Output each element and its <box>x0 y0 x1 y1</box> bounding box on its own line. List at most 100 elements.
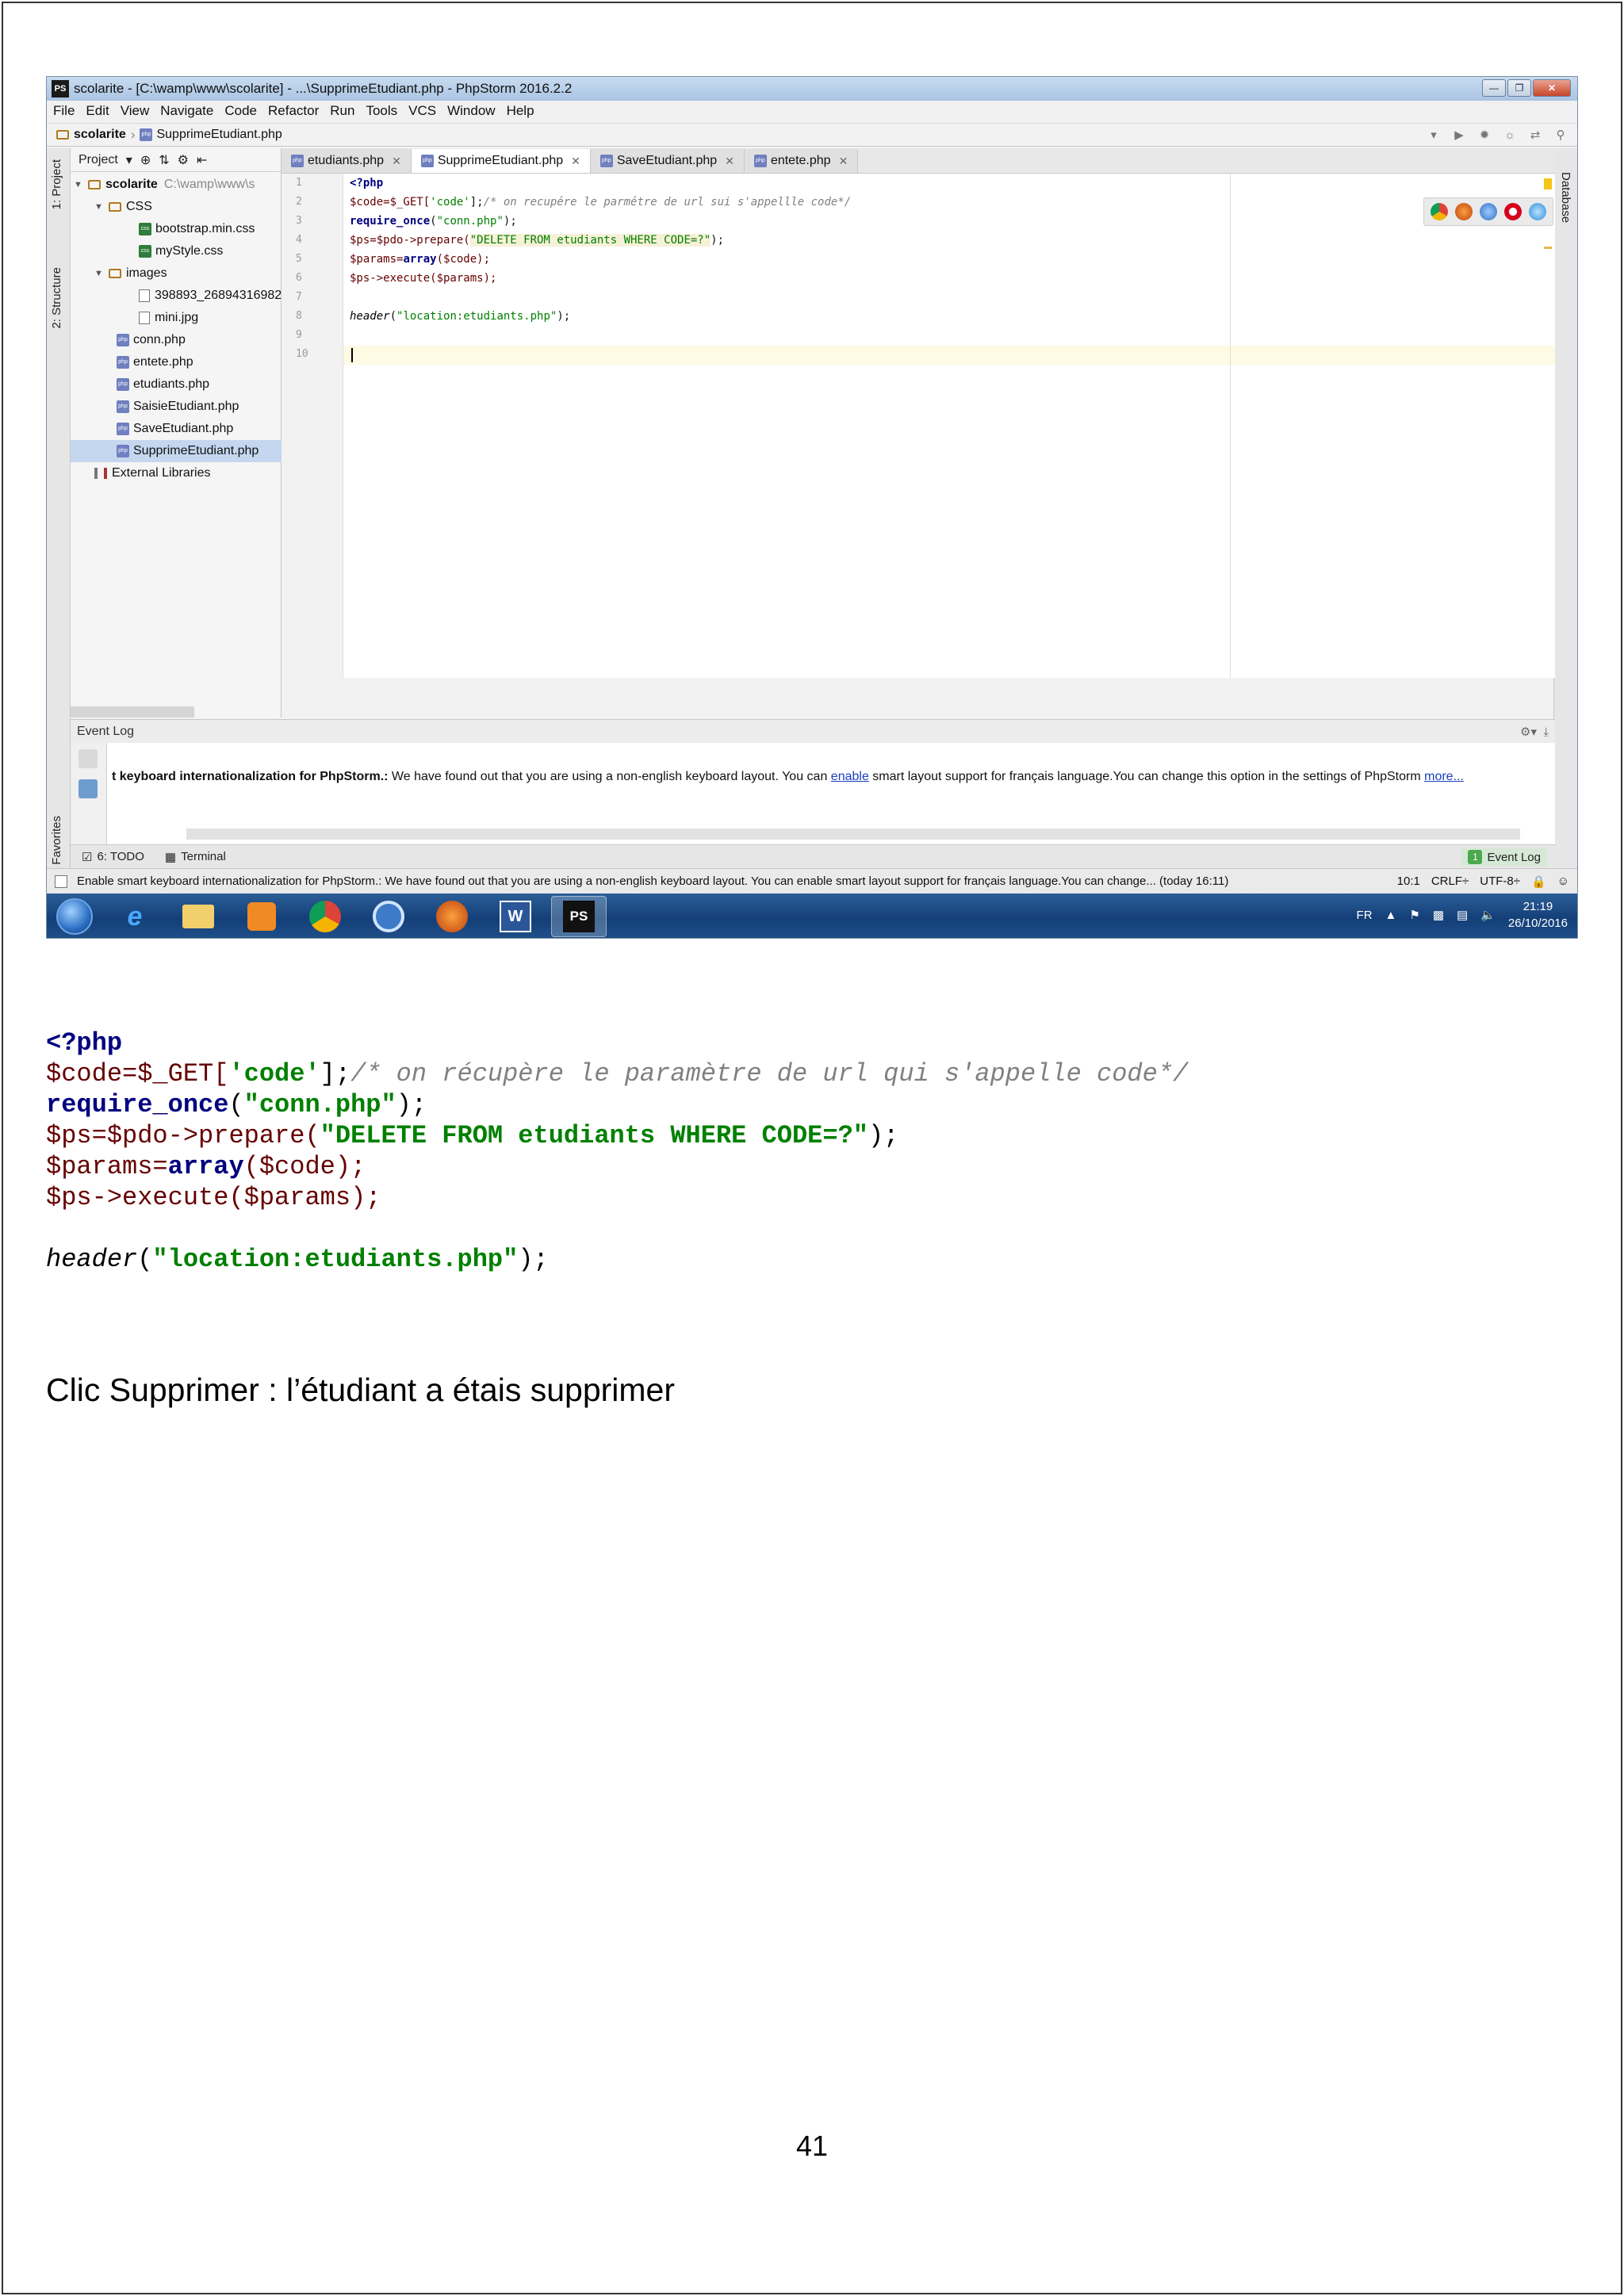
tab-entete[interactable]: php entete.php ✕ <box>744 149 859 173</box>
expand-arrow-icon[interactable]: ▼ <box>94 202 109 212</box>
warning-marker-icon[interactable] <box>1544 247 1552 249</box>
menu-window[interactable]: Window <box>447 103 495 119</box>
safari-icon[interactable] <box>1479 203 1497 220</box>
phpstorm-taskbar-icon[interactable]: PS <box>551 896 607 937</box>
tree-item-bootstrap[interactable]: css bootstrap.min.css <box>139 218 255 240</box>
menu-tools[interactable]: Tools <box>366 103 397 119</box>
breadcrumb-file[interactable]: SupprimeEtudiant.php <box>156 128 282 142</box>
tree-item-external-libraries[interactable]: External Libraries <box>94 462 211 484</box>
tree-item-conn[interactable]: php conn.php <box>117 329 186 351</box>
project-view-label[interactable]: Project <box>79 153 118 167</box>
tree-item-saisie[interactable]: php SaisieEtudiant.php <box>117 396 239 418</box>
internet-explorer-taskbar-icon[interactable]: e <box>107 896 163 937</box>
tree-item-etudiants[interactable]: php etudiants.php <box>117 373 209 396</box>
tab-save-etudiant[interactable]: php SaveEtudiant.php ✕ <box>590 149 745 173</box>
event-log-header: Event Log ⚙▾ ⤓ <box>71 719 1555 743</box>
scroll-from-source-icon[interactable]: ⊕ <box>140 152 151 168</box>
side-tab-database[interactable]: Database <box>1559 172 1572 223</box>
volume-icon[interactable]: 🔈 <box>1480 908 1496 922</box>
maximize-button[interactable]: ❐ <box>1507 79 1531 97</box>
menu-edit[interactable]: Edit <box>86 103 109 119</box>
tree-item-mystyle[interactable]: css myStyle.css <box>139 240 223 262</box>
menu-refactor[interactable]: Refactor <box>268 103 319 119</box>
tab-supprime-etudiant[interactable]: php SupprimeEtudiant.php ✕ <box>411 149 591 173</box>
project-view-dropdown-icon[interactable]: ▾ <box>126 152 132 168</box>
tree-item-css-folder[interactable]: ▼ CSS <box>94 196 152 218</box>
debug-icon[interactable]: ✹ <box>1476 127 1493 143</box>
tab-etudiants[interactable]: php etudiants.php ✕ <box>282 149 412 173</box>
terminal-tool-button[interactable]: ▦ Terminal <box>165 850 226 864</box>
menu-vcs[interactable]: VCS <box>408 103 436 119</box>
inspection-status-icon[interactable] <box>1544 178 1552 189</box>
tool-windows-toggle-icon[interactable] <box>55 874 67 888</box>
media-player-taskbar-icon[interactable] <box>234 896 289 937</box>
menu-navigate[interactable]: Navigate <box>160 103 213 119</box>
firefox-icon[interactable] <box>1455 203 1473 220</box>
menu-run[interactable]: Run <box>330 103 354 119</box>
tree-item-images-folder[interactable]: ▼ images <box>94 262 167 285</box>
css-file-icon: css <box>139 245 151 258</box>
event-settings-icon[interactable] <box>79 749 98 768</box>
collapse-all-icon[interactable]: ⇅ <box>159 152 169 168</box>
menu-help[interactable]: Help <box>507 103 534 119</box>
minimize-button[interactable]: — <box>1482 79 1506 97</box>
network-tool-taskbar-icon[interactable] <box>361 896 416 937</box>
show-hidden-icons-icon[interactable]: ▲ <box>1385 909 1397 922</box>
line-separator[interactable]: CRLF÷ <box>1431 874 1469 889</box>
firefox-taskbar-icon[interactable] <box>424 896 480 937</box>
expand-arrow-icon[interactable]: ▼ <box>94 269 109 278</box>
panel-horizontal-scrollbar[interactable] <box>71 706 194 718</box>
chrome-icon[interactable] <box>1431 203 1449 220</box>
close-tab-icon[interactable]: ✕ <box>839 155 848 168</box>
side-tab-structure[interactable]: 2: Structure <box>50 267 63 329</box>
sync-icon[interactable]: ⇄ <box>1526 127 1544 143</box>
file-explorer-taskbar-icon[interactable] <box>170 896 226 937</box>
listen-debug-icon[interactable]: ☼ <box>1501 127 1519 143</box>
expand-arrow-icon[interactable]: ▼ <box>74 180 88 189</box>
event-log-tool-button[interactable]: 1 Event Log <box>1461 848 1547 866</box>
breadcrumb-project[interactable]: scolarite <box>74 128 126 142</box>
tree-item-save[interactable]: php SaveEtudiant.php <box>117 418 233 440</box>
settings-gear-icon[interactable]: ⚙ <box>178 152 189 168</box>
side-tab-project[interactable]: 1: Project <box>50 159 63 209</box>
device-icon[interactable]: ▩ <box>1433 908 1444 922</box>
taskbar-clock[interactable]: 21:19 26/10/2016 <box>1508 898 1568 932</box>
tree-item-entete[interactable]: php entete.php <box>117 351 193 373</box>
todo-tool-button[interactable]: ☑ 6: TODO <box>82 850 144 864</box>
language-indicator[interactable]: FR <box>1357 909 1373 922</box>
lock-icon[interactable]: 🔒 <box>1531 874 1546 889</box>
internet-explorer-icon[interactable] <box>1528 203 1546 220</box>
inspector-icon[interactable]: ☺ <box>1557 874 1569 889</box>
code-editor[interactable]: 1 2 3 4 5 6 7 8 9 10 <?php $code=$_GET['… <box>282 174 1555 678</box>
tree-item-image-1[interactable]: 398893_26894316982 <box>139 285 282 307</box>
close-button[interactable]: ✕ <box>1533 79 1571 97</box>
menu-view[interactable]: View <box>121 103 150 119</box>
close-tab-icon[interactable]: ✕ <box>392 155 401 168</box>
run-icon[interactable]: ▶ <box>1450 127 1468 143</box>
start-button[interactable] <box>56 898 93 935</box>
enable-link[interactable]: enable <box>831 770 869 783</box>
close-tab-icon[interactable]: ✕ <box>725 155 734 168</box>
event-balloon-icon[interactable] <box>79 779 98 798</box>
menu-file[interactable]: File <box>53 103 75 119</box>
word-taskbar-icon[interactable]: W <box>488 896 543 937</box>
more-link[interactable]: more... <box>1424 770 1464 783</box>
tree-item-project-root[interactable]: ▼ scolarite C:\wamp\www\s <box>74 174 255 196</box>
file-encoding[interactable]: UTF-8÷ <box>1480 874 1520 889</box>
search-icon[interactable]: ⚲ <box>1552 127 1569 143</box>
menu-code[interactable]: Code <box>224 103 257 119</box>
hide-panel-icon[interactable]: ⇤ <box>197 152 207 168</box>
opera-icon[interactable] <box>1503 203 1522 220</box>
network-icon[interactable]: ▤ <box>1457 908 1468 922</box>
run-config-dropdown-icon[interactable]: ▾ <box>1425 127 1442 143</box>
action-center-flag-icon[interactable]: ⚑ <box>1409 908 1419 922</box>
status-message[interactable]: Enable smart keyboard internationalizati… <box>77 874 1228 888</box>
tree-item-supprime[interactable]: php SupprimeEtudiant.php <box>71 440 282 462</box>
event-log-settings-icon[interactable]: ⚙▾ ⤓ <box>1520 725 1549 739</box>
caret-position[interactable]: 10:1 <box>1397 874 1420 889</box>
tree-item-image-2[interactable]: mini.jpg <box>139 307 198 329</box>
close-tab-icon[interactable]: ✕ <box>571 155 580 168</box>
chrome-taskbar-icon[interactable] <box>297 896 353 937</box>
event-log-scrollbar[interactable] <box>186 828 1520 840</box>
event-log-title: Event Log <box>77 724 135 738</box>
